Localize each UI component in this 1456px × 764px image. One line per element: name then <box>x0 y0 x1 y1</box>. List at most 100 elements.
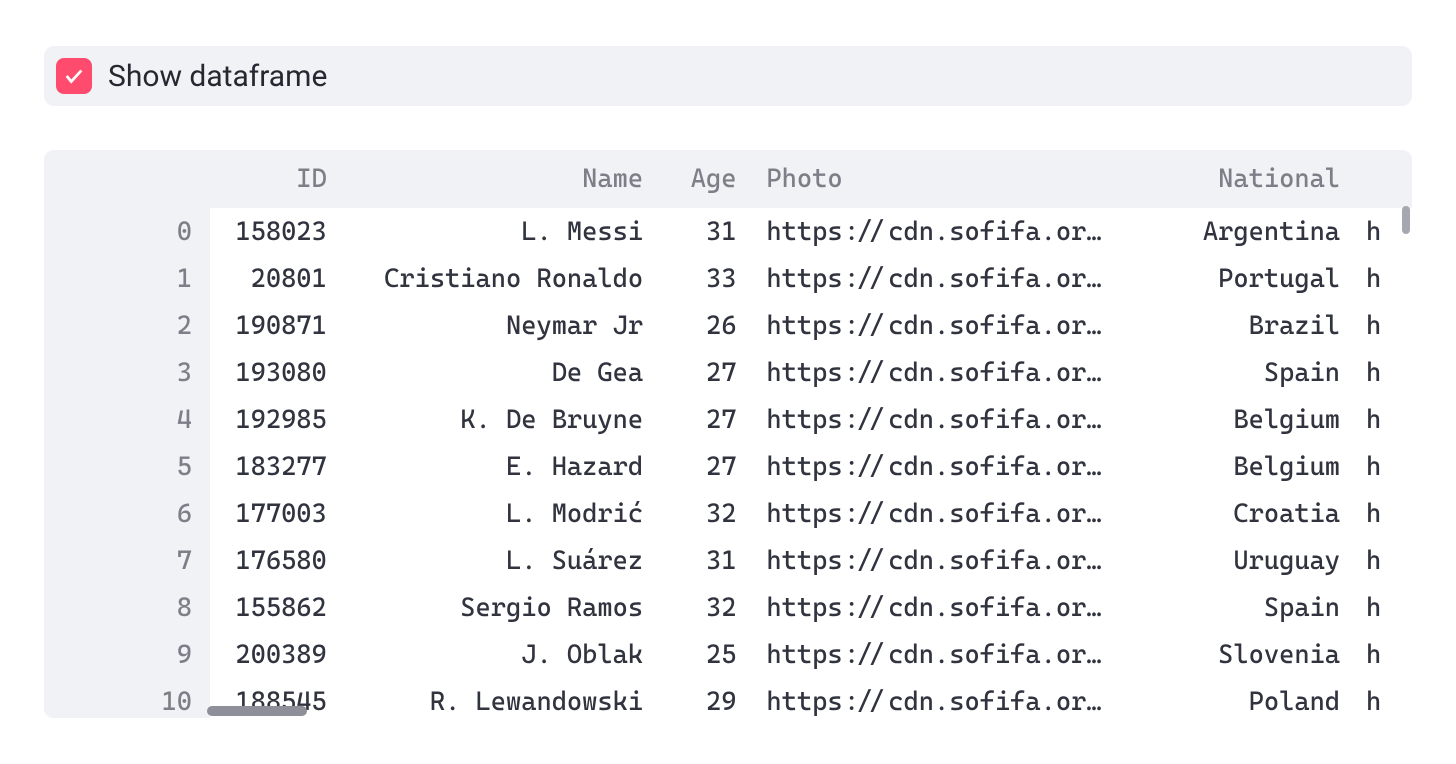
cell-nationality[interactable]: Brazil <box>1130 302 1358 349</box>
cell-nationality[interactable]: Belgium <box>1130 443 1358 490</box>
cell-name[interactable]: R. Lewandowski <box>345 678 661 718</box>
cell-photo[interactable]: https://cdn.sofifa.org… <box>754 584 1129 631</box>
cell-photo[interactable]: https://cdn.sofifa.org… <box>754 349 1129 396</box>
row-index[interactable]: 8 <box>44 584 210 631</box>
cell-extra[interactable]: h <box>1358 490 1412 537</box>
cell-id[interactable]: 20801 <box>210 255 345 302</box>
cell-nationality[interactable]: Uruguay <box>1130 537 1358 584</box>
horizontal-scrollbar-thumb[interactable] <box>207 706 307 716</box>
cell-age[interactable]: 27 <box>661 396 754 443</box>
row-index[interactable]: 6 <box>44 490 210 537</box>
column-header-name[interactable]: Name <box>345 150 661 208</box>
cell-id[interactable]: 177003 <box>210 490 345 537</box>
cell-nationality[interactable]: Belgium <box>1130 396 1358 443</box>
table-row[interactable]: 2190871Neymar Jr26https://cdn.sofifa.org… <box>44 302 1412 349</box>
cell-extra[interactable]: h <box>1358 302 1412 349</box>
cell-extra[interactable]: h <box>1358 396 1412 443</box>
index-header[interactable] <box>44 150 210 208</box>
dataframe-container: ID Name Age Photo National 0158023L. Mes… <box>44 150 1412 718</box>
cell-id[interactable]: 192985 <box>210 396 345 443</box>
row-index[interactable]: 7 <box>44 537 210 584</box>
row-index[interactable]: 4 <box>44 396 210 443</box>
table-row[interactable]: 3193080De Gea27https://cdn.sofifa.org…Sp… <box>44 349 1412 396</box>
cell-nationality[interactable]: Croatia <box>1130 490 1358 537</box>
row-index[interactable]: 10 <box>44 678 210 718</box>
cell-nationality[interactable]: Slovenia <box>1130 631 1358 678</box>
cell-photo[interactable]: https://cdn.sofifa.org… <box>754 302 1129 349</box>
cell-age[interactable]: 29 <box>661 678 754 718</box>
column-header-id[interactable]: ID <box>210 150 345 208</box>
cell-id[interactable]: 183277 <box>210 443 345 490</box>
table-row[interactable]: 120801Cristiano Ronaldo33https://cdn.sof… <box>44 255 1412 302</box>
table-row[interactable]: 5183277E. Hazard27https://cdn.sofifa.org… <box>44 443 1412 490</box>
cell-id[interactable]: 176580 <box>210 537 345 584</box>
cell-id[interactable]: 190871 <box>210 302 345 349</box>
cell-name[interactable]: L. Messi <box>345 208 661 255</box>
vertical-scrollbar-thumb[interactable] <box>1402 206 1410 234</box>
cell-photo[interactable]: https://cdn.sofifa.org… <box>754 678 1129 718</box>
cell-age[interactable]: 26 <box>661 302 754 349</box>
cell-id[interactable]: 155862 <box>210 584 345 631</box>
cell-extra[interactable]: h <box>1358 349 1412 396</box>
cell-extra[interactable]: h <box>1358 584 1412 631</box>
column-header-nationality[interactable]: National <box>1130 150 1358 208</box>
dataframe-table: ID Name Age Photo National 0158023L. Mes… <box>44 150 1412 718</box>
row-index[interactable]: 1 <box>44 255 210 302</box>
cell-photo[interactable]: https://cdn.sofifa.org… <box>754 396 1129 443</box>
cell-nationality[interactable]: Portugal <box>1130 255 1358 302</box>
cell-extra[interactable]: h <box>1358 443 1412 490</box>
cell-photo[interactable]: https://cdn.sofifa.org… <box>754 443 1129 490</box>
cell-name[interactable]: De Gea <box>345 349 661 396</box>
cell-age[interactable]: 31 <box>661 208 754 255</box>
cell-age[interactable]: 27 <box>661 443 754 490</box>
cell-age[interactable]: 27 <box>661 349 754 396</box>
show-dataframe-checkbox-row: Show dataframe <box>44 46 1412 106</box>
row-index[interactable]: 0 <box>44 208 210 255</box>
cell-name[interactable]: L. Suárez <box>345 537 661 584</box>
cell-nationality[interactable]: Poland <box>1130 678 1358 718</box>
cell-name[interactable]: E. Hazard <box>345 443 661 490</box>
table-row[interactable]: 9200389J. Oblak25https://cdn.sofifa.org…… <box>44 631 1412 678</box>
cell-age[interactable]: 25 <box>661 631 754 678</box>
cell-age[interactable]: 33 <box>661 255 754 302</box>
column-header-age[interactable]: Age <box>661 150 754 208</box>
cell-name[interactable]: K. De Bruyne <box>345 396 661 443</box>
cell-extra[interactable]: h <box>1358 537 1412 584</box>
column-header-photo[interactable]: Photo <box>754 150 1129 208</box>
cell-age[interactable]: 32 <box>661 490 754 537</box>
row-index[interactable]: 9 <box>44 631 210 678</box>
row-index[interactable]: 3 <box>44 349 210 396</box>
cell-id[interactable]: 200389 <box>210 631 345 678</box>
dataframe-scroll-area[interactable]: ID Name Age Photo National 0158023L. Mes… <box>44 150 1412 718</box>
table-row[interactable]: 6177003L. Modrić32https://cdn.sofifa.org… <box>44 490 1412 537</box>
cell-name[interactable]: J. Oblak <box>345 631 661 678</box>
cell-nationality[interactable]: Spain <box>1130 584 1358 631</box>
cell-id[interactable]: 158023 <box>210 208 345 255</box>
table-row[interactable]: 7176580L. Suárez31https://cdn.sofifa.org… <box>44 537 1412 584</box>
cell-nationality[interactable]: Spain <box>1130 349 1358 396</box>
table-row[interactable]: 8155862Sergio Ramos32https://cdn.sofifa.… <box>44 584 1412 631</box>
cell-extra[interactable]: h <box>1358 255 1412 302</box>
cell-name[interactable]: Sergio Ramos <box>345 584 661 631</box>
table-row[interactable]: 0158023L. Messi31https://cdn.sofifa.org…… <box>44 208 1412 255</box>
cell-nationality[interactable]: Argentina <box>1130 208 1358 255</box>
cell-photo[interactable]: https://cdn.sofifa.org… <box>754 631 1129 678</box>
cell-age[interactable]: 32 <box>661 584 754 631</box>
cell-photo[interactable]: https://cdn.sofifa.org… <box>754 208 1129 255</box>
row-index[interactable]: 2 <box>44 302 210 349</box>
cell-age[interactable]: 31 <box>661 537 754 584</box>
column-header-extra[interactable] <box>1358 150 1412 208</box>
check-icon <box>63 65 85 87</box>
row-index[interactable]: 5 <box>44 443 210 490</box>
cell-photo[interactable]: https://cdn.sofifa.org… <box>754 490 1129 537</box>
show-dataframe-checkbox[interactable] <box>56 58 92 94</box>
cell-photo[interactable]: https://cdn.sofifa.org… <box>754 255 1129 302</box>
cell-extra[interactable]: h <box>1358 678 1412 718</box>
cell-id[interactable]: 193080 <box>210 349 345 396</box>
cell-extra[interactable]: h <box>1358 631 1412 678</box>
cell-name[interactable]: Cristiano Ronaldo <box>345 255 661 302</box>
cell-name[interactable]: Neymar Jr <box>345 302 661 349</box>
cell-name[interactable]: L. Modrić <box>345 490 661 537</box>
table-row[interactable]: 4192985K. De Bruyne27https://cdn.sofifa.… <box>44 396 1412 443</box>
cell-photo[interactable]: https://cdn.sofifa.org… <box>754 537 1129 584</box>
